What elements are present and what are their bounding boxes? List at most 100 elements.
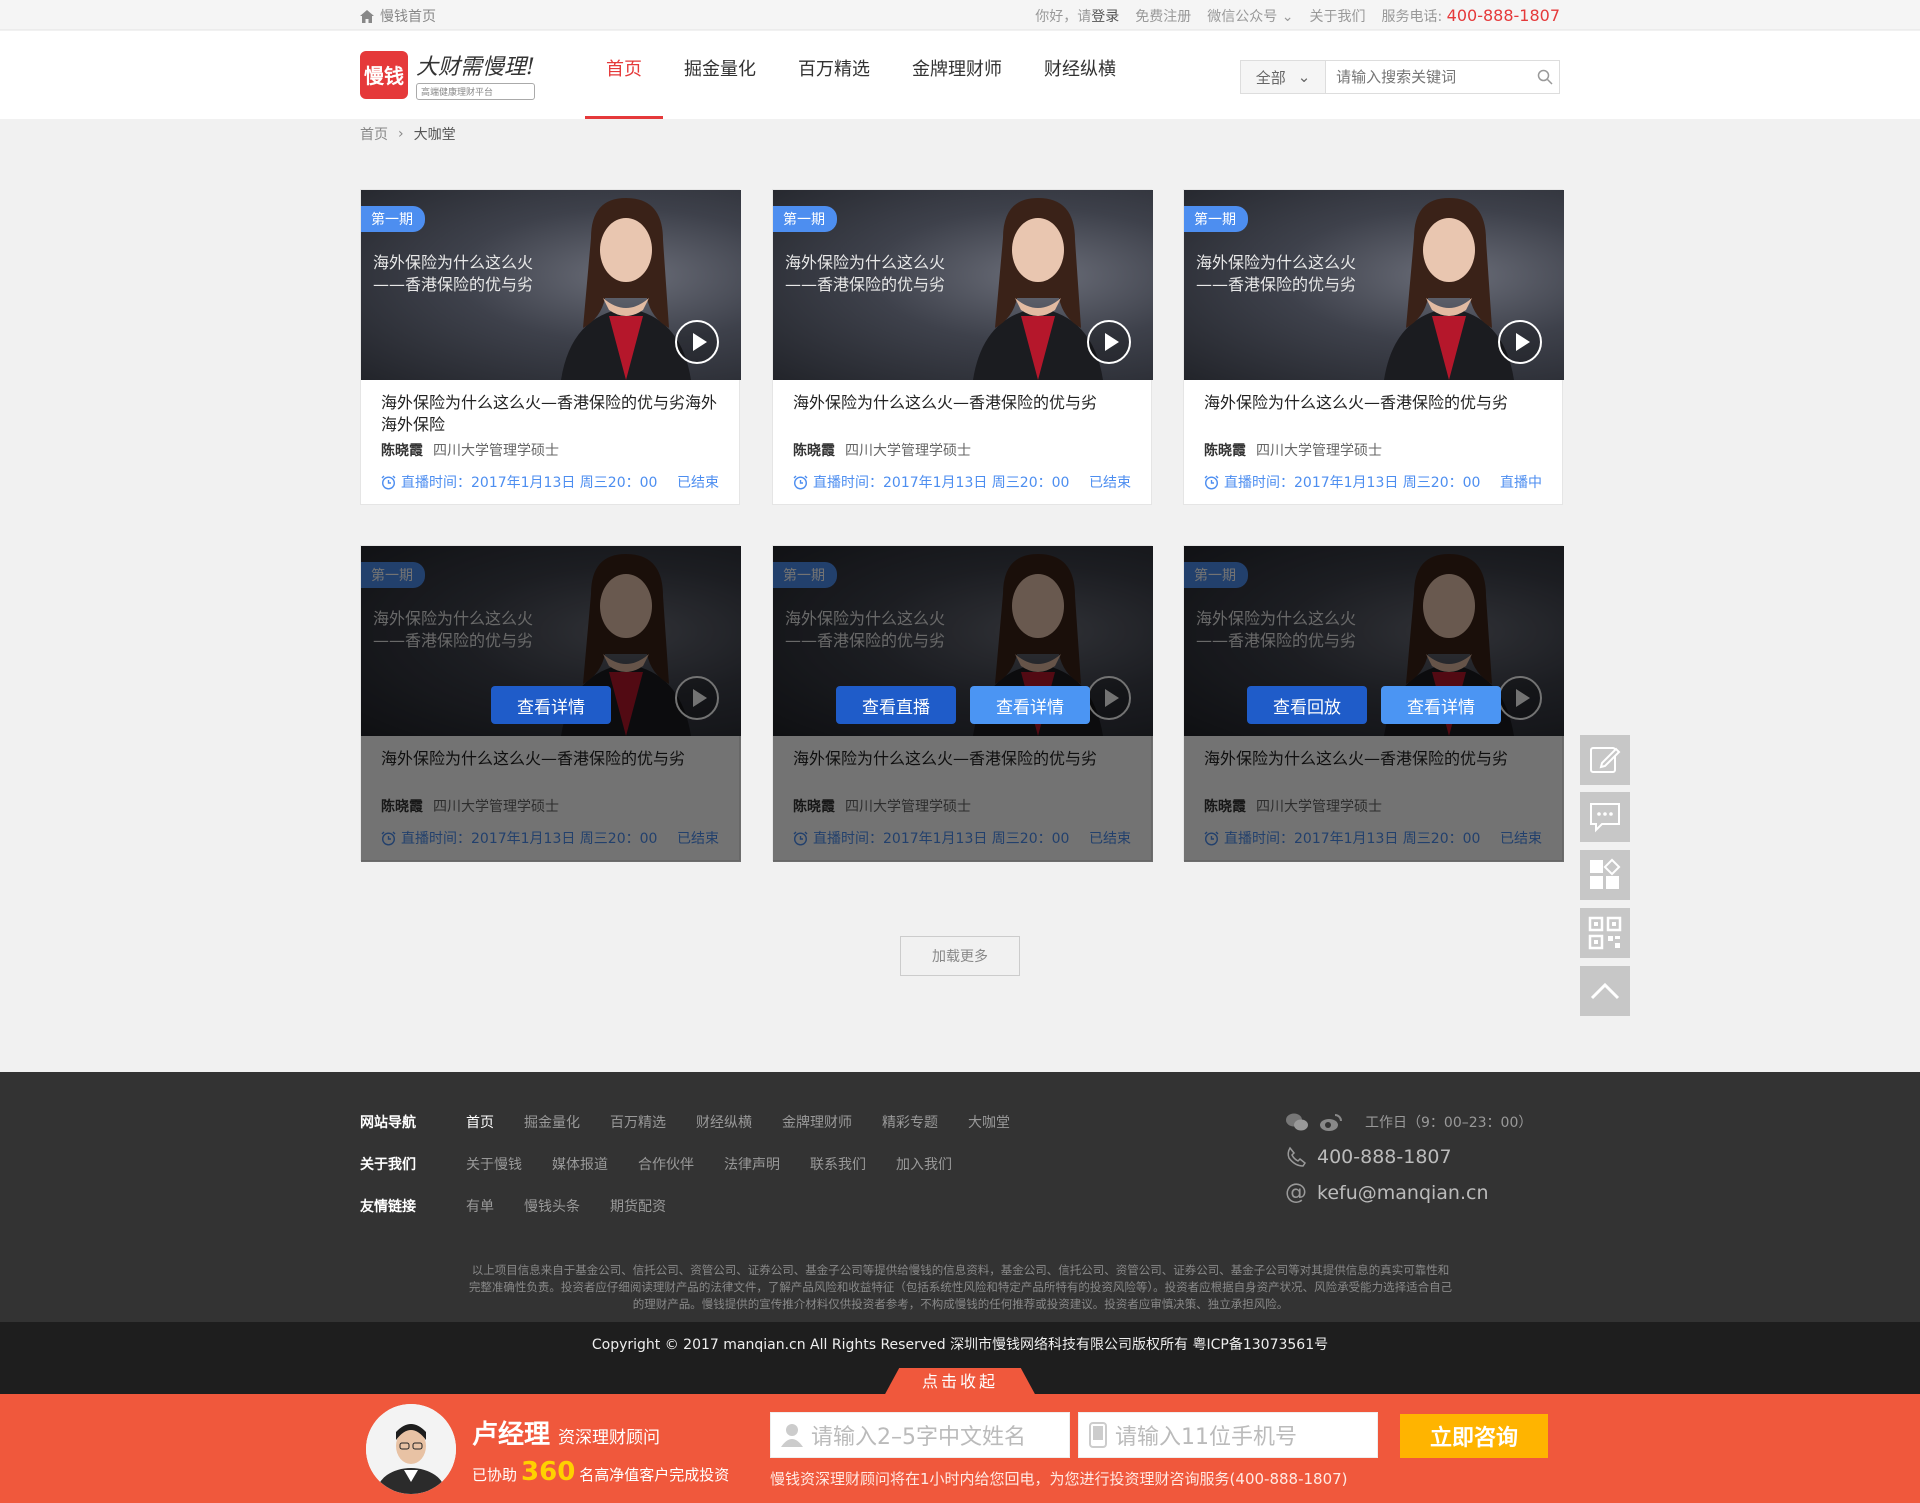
footer-link[interactable]: 精彩专题 <box>882 1112 938 1154</box>
back-to-top-icon <box>1590 982 1620 1000</box>
consult-bar: 卢经理 资深理财顾问 已协助 360 名高净值客户完成投资 请输入2–5字中文姓名 请… <box>0 1394 1920 1503</box>
top-bar: 慢钱首页 你好，请登录 免费注册 微信公众号 ⌄ 关于我们 服务电话: 400-… <box>0 0 1920 30</box>
author-name: 陈晓霞 <box>793 443 835 459</box>
footer-link[interactable]: 掘金量化 <box>524 1112 580 1154</box>
footer-link[interactable]: 联系我们 <box>810 1154 866 1196</box>
card-thumbnail[interactable]: 第一期海外保险为什么这么火 ——香港保险的优与劣 <box>773 190 1153 380</box>
card-actions: 查看直播 查看详情 <box>773 686 1153 724</box>
advisor-role: 资深理财顾问 <box>558 1428 661 1448</box>
course-card[interactable]: 第一期海外保险为什么这么火 ——香港保险的优与劣海外保险为什么这么火—香港保险的… <box>360 545 741 862</box>
side-qrcode-button[interactable] <box>1580 908 1630 958</box>
breadcrumb-current: 大咖堂 <box>413 127 456 143</box>
course-card[interactable]: 第一期海外保险为什么这么火 ——香港保险的优与劣海外保险为什么这么火—香港保险的… <box>772 189 1153 505</box>
footer-link[interactable]: 首页 <box>466 1112 494 1154</box>
card-title[interactable]: 海外保险为什么这么火—香港保险的优与劣 <box>793 392 1131 436</box>
consult-hint: 慢钱资深理财顾问将在1小时内给您回电，为您进行投资理财咨询服务(400-888-… <box>770 1470 1348 1488</box>
load-more-button[interactable]: 加载更多 <box>900 936 1020 976</box>
play-icon[interactable] <box>1087 320 1131 364</box>
phone-icon <box>1287 1146 1307 1167</box>
advisor-avatar <box>366 1404 456 1494</box>
footer-link[interactable]: 大咖堂 <box>968 1112 1010 1154</box>
greeting: 你好，请 <box>1035 9 1092 25</box>
login-link[interactable]: 登录 <box>1091 9 1119 25</box>
play-icon[interactable] <box>675 320 719 364</box>
side-apps-button[interactable] <box>1580 850 1630 900</box>
search-box: 全部 ⌄ <box>1240 60 1560 94</box>
course-card[interactable]: 第一期海外保险为什么这么火 ——香港保险的优与劣海外保险为什么这么火—香港保险的… <box>1183 545 1564 862</box>
side-edit-button[interactable] <box>1580 735 1630 785</box>
advisor-name: 卢经理 <box>472 1420 551 1450</box>
live-time: 直播时间：2017年1月13日 周三20：00 <box>401 475 658 491</box>
footer-link[interactable]: 财经纵横 <box>696 1112 752 1154</box>
play-icon[interactable] <box>1498 320 1542 364</box>
side-chat-button[interactable] <box>1580 792 1630 842</box>
nav-finance[interactable]: 财经纵横 <box>1023 31 1137 119</box>
name-field[interactable]: 请输入2–5字中文姓名 <box>770 1412 1070 1458</box>
author-name: 陈晓霞 <box>381 443 423 459</box>
view-details-button[interactable]: 查看详情 <box>970 686 1090 724</box>
footer-link[interactable]: 慢钱头条 <box>524 1196 580 1238</box>
wechat-dropdown[interactable]: 微信公众号 ⌄ <box>1207 6 1293 26</box>
card-thumbnail[interactable]: 第一期海外保险为什么这么火 ——香港保险的优与劣 <box>1184 190 1564 380</box>
footer-row: 友情链接 有单 慢钱头条 期货配资 <box>360 1196 1040 1238</box>
view-details-button[interactable]: 查看详情 <box>491 686 611 724</box>
card-thumbnail[interactable]: 第一期海外保险为什么这么火 ——香港保险的优与劣 <box>361 190 741 380</box>
chat-icon <box>1590 803 1620 833</box>
apps-icon <box>1590 858 1621 889</box>
disclaimer: 以上项目信息来自于基金公司、信托公司、资管公司、证券公司、基金子公司等提供给慢钱… <box>468 1263 1453 1311</box>
card-actions: 查看回放 查看详情 <box>1184 686 1564 724</box>
back-to-top-button[interactable] <box>1580 966 1630 1016</box>
view-replay-button[interactable]: 查看回放 <box>1247 686 1367 724</box>
footer-link[interactable]: 金牌理财师 <box>782 1112 852 1154</box>
footer-link[interactable]: 法律声明 <box>724 1154 780 1196</box>
wechat-label: 微信公众号 <box>1207 9 1278 25</box>
breadcrumb: 首页 › 大咖堂 <box>360 124 456 144</box>
nav-quant[interactable]: 掘金量化 <box>663 31 777 119</box>
search-button[interactable] <box>1530 61 1559 93</box>
footer-link[interactable]: 媒体报道 <box>552 1154 608 1196</box>
course-card[interactable]: 第一期海外保险为什么这么火 ——香港保险的优与劣海外保险为什么这么火—香港保险的… <box>1183 189 1564 505</box>
home-link[interactable]: 慢钱首页 <box>360 6 436 26</box>
status-badge: 已结束 <box>677 475 719 491</box>
consult-submit-button[interactable]: 立即咨询 <box>1400 1414 1548 1458</box>
footer-link[interactable]: 合作伙伴 <box>638 1154 694 1196</box>
footer-row-label: 友情链接 <box>360 1199 416 1215</box>
card-actions: 查看详情 <box>361 686 741 724</box>
about-link[interactable]: 关于我们 <box>1309 6 1365 26</box>
card-title[interactable]: 海外保险为什么这么火—香港保险的优与劣 <box>1204 392 1542 436</box>
author-name: 陈晓霞 <box>1204 443 1246 459</box>
weibo-icon[interactable] <box>1319 1112 1343 1132</box>
alarm-clock-icon <box>793 475 808 490</box>
phone-field[interactable]: 请输入11位手机号 <box>1078 1412 1378 1458</box>
card-title[interactable]: 海外保险为什么这么火—香港保险的优与劣海外海外保险 <box>381 392 719 436</box>
footer-row-label: 关于我们 <box>360 1157 416 1173</box>
thumbnail-title: 海外保险为什么这么火 ——香港保险的优与劣 <box>1196 253 1357 294</box>
service-phone: 400-888-1807 <box>1446 6 1560 25</box>
search-category-select[interactable]: 全部 ⌄ <box>1241 61 1327 93</box>
view-live-button[interactable]: 查看直播 <box>836 686 956 724</box>
footer-link[interactable]: 期货配资 <box>610 1196 666 1238</box>
course-card[interactable]: 第一期海外保险为什么这么火 ——香港保险的优与劣海外保险为什么这么火—香港保险的… <box>772 545 1153 862</box>
footer-link[interactable]: 加入我们 <box>896 1154 952 1196</box>
footer-link[interactable]: 关于慢钱 <box>466 1154 522 1196</box>
episode-badge: 第一期 <box>773 206 837 232</box>
wechat-icon[interactable] <box>1285 1112 1309 1132</box>
nav-selection[interactable]: 百万精选 <box>777 31 891 119</box>
footer-link[interactable]: 有单 <box>466 1196 494 1238</box>
logo[interactable]: 慢钱 大财需慢理! 高端健康理财平台 <box>360 49 535 100</box>
episode-badge: 第一期 <box>361 206 425 232</box>
alarm-clock-icon <box>381 475 396 490</box>
footer-link[interactable]: 百万精选 <box>610 1112 666 1154</box>
view-details-button[interactable]: 查看详情 <box>1381 686 1501 724</box>
register-link[interactable]: 免费注册 <box>1135 6 1191 26</box>
collapse-tab[interactable]: 点击收起 <box>884 1368 1036 1396</box>
course-card[interactable]: 第一期海外保险为什么这么火 ——香港保险的优与劣海外保险为什么这么火—香港保险的… <box>360 189 741 505</box>
footer-email[interactable]: kefu@manqian.cn <box>1317 1182 1489 1204</box>
search-input[interactable] <box>1326 61 1531 93</box>
nav-home[interactable]: 首页 <box>585 31 663 119</box>
nav-advisors[interactable]: 金牌理财师 <box>891 31 1023 119</box>
phone-placeholder: 请输入11位手机号 <box>1115 1425 1297 1450</box>
breadcrumb-home[interactable]: 首页 <box>360 124 388 144</box>
footer: 网站导航 首页 掘金量化 百万精选 财经纵横 金牌理财师 精彩专题 大咖堂 关于我们 关于慢钱 媒体… <box>0 1072 1920 1322</box>
helped-suffix: 名高净值客户完成投资 <box>579 1466 730 1484</box>
